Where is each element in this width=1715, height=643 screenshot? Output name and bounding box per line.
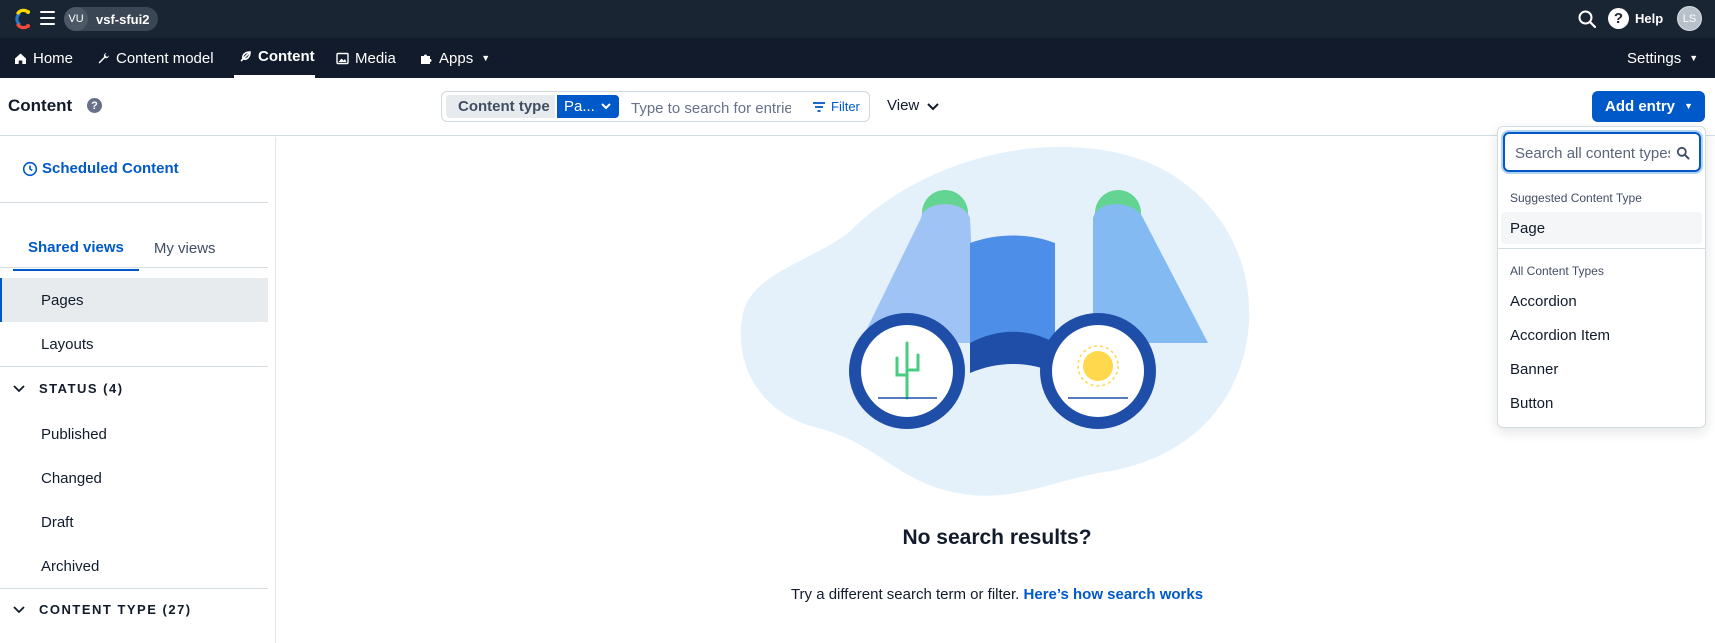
nav-home[interactable]: Home <box>14 38 73 78</box>
menu-icon[interactable] <box>40 11 55 25</box>
scheduled-content-link[interactable]: Scheduled Content <box>22 160 179 177</box>
chevron-down-icon <box>13 606 25 614</box>
nav-media[interactable]: Media <box>336 38 396 78</box>
suggested-heading: Suggested Content Type <box>1510 191 1642 205</box>
chevron-down-icon <box>927 102 939 110</box>
tab-shared-views[interactable]: Shared views <box>13 225 139 271</box>
help-button[interactable]: ? Help <box>1608 8 1663 29</box>
chevron-down-icon <box>13 385 25 393</box>
chevron-down-icon <box>601 103 611 110</box>
page-header: Content ? Content type Pa... Filter View… <box>0 78 1715 136</box>
view-item-draft[interactable]: Draft <box>0 500 268 544</box>
nav-media-label: Media <box>355 49 396 67</box>
all-types-heading: All Content Types <box>1510 264 1604 278</box>
divider <box>0 267 268 268</box>
scheduled-content-label: Scheduled Content <box>42 160 179 177</box>
nav-content-model-label: Content model <box>116 49 214 67</box>
nav-content-model[interactable]: Content model <box>97 38 214 78</box>
question-icon[interactable]: ? <box>87 98 102 113</box>
nav-settings[interactable]: Settings ▼ <box>1627 38 1698 78</box>
divider <box>1498 248 1705 249</box>
contentful-logo-icon[interactable] <box>12 8 32 30</box>
dropdown-item-button[interactable]: Button <box>1501 387 1702 419</box>
dropdown-item-banner[interactable]: Banner <box>1501 353 1702 385</box>
clock-icon <box>22 161 38 176</box>
divider <box>0 202 268 203</box>
nav-apps-label: Apps <box>439 49 474 67</box>
nav-home-label: Home <box>33 49 74 67</box>
feather-icon <box>240 51 251 62</box>
chevron-down-icon: ▼ <box>1689 53 1699 63</box>
dropdown-item-page[interactable]: Page <box>1501 212 1702 244</box>
chevron-down-icon: ▼ <box>481 53 491 63</box>
filter-label: Filter <box>831 99 860 114</box>
view-item-changed[interactable]: Changed <box>0 456 268 500</box>
view-item-archived[interactable]: Archived <box>0 544 268 588</box>
nav-content-label: Content <box>258 48 315 65</box>
space-name: vsf-sfui2 <box>96 11 150 27</box>
content-type-group-toggle[interactable]: CONTENT TYPE (27) <box>0 589 268 629</box>
view-item-pages[interactable]: Pages <box>0 278 268 322</box>
empty-state-message: Try a different search term or filter. <box>790 586 1020 603</box>
dropdown-item-accordion-item[interactable]: Accordion Item <box>1501 319 1702 351</box>
image-icon <box>336 52 349 64</box>
content-type-select[interactable]: Pa... <box>557 95 619 118</box>
content-type-group-label: CONTENT TYPE (27) <box>39 601 192 617</box>
add-entry-button[interactable]: Add entry ▼ <box>1592 91 1705 122</box>
search-bar: Content type Pa... Filter <box>441 91 870 122</box>
view-label: View <box>887 97 920 114</box>
nav-settings-label: Settings <box>1627 49 1682 67</box>
space-initials: VU <box>64 7 88 31</box>
content-type-search-input[interactable] <box>1515 144 1670 162</box>
search-icon[interactable] <box>1577 9 1597 29</box>
filter-button[interactable]: Filter <box>812 99 860 114</box>
filter-icon <box>813 101 825 112</box>
tab-my-views[interactable]: My views <box>139 225 231 271</box>
user-initials: LS <box>1682 12 1697 25</box>
search-help-link[interactable]: Here’s how search works <box>1024 586 1204 603</box>
home-icon <box>15 53 26 64</box>
empty-state-title: No search results? <box>902 526 1092 549</box>
nav-apps[interactable]: Apps ▼ <box>419 38 490 78</box>
search-input[interactable] <box>631 98 791 118</box>
empty-state-text: Try a different search term or filter. H… <box>700 586 1294 603</box>
views-sidebar: Scheduled Content Shared views My views … <box>0 137 276 643</box>
puzzle-icon <box>421 54 432 64</box>
view-button[interactable]: View <box>887 97 940 114</box>
content-type-search <box>1503 132 1701 172</box>
main-nav: Home Content model Content Media Apps ▼ … <box>0 38 1715 78</box>
user-avatar[interactable]: LS <box>1677 6 1702 31</box>
status-group-label: STATUS (4) <box>39 380 124 396</box>
help-label: Help <box>1635 11 1664 26</box>
search-icon <box>1676 146 1690 160</box>
views-tabs: Shared views My views <box>13 225 231 271</box>
wrench-icon <box>98 52 109 63</box>
help-icon: ? <box>1608 8 1629 29</box>
nav-content[interactable]: Content <box>234 38 315 78</box>
content-type-value: Pa... <box>564 98 595 115</box>
view-item-layouts[interactable]: Layouts <box>0 322 268 366</box>
binoculars-illustration <box>740 146 1250 496</box>
status-group-toggle[interactable]: STATUS (4) <box>0 368 268 408</box>
divider <box>0 366 268 367</box>
top-bar: VU vsf-sfui2 ? Help LS <box>0 0 1715 38</box>
chevron-down-icon: ▼ <box>1684 101 1693 111</box>
content-type-dropdown: Suggested Content Type Page All Content … <box>1497 126 1706 428</box>
content-type-label: Content type <box>446 95 555 118</box>
dropdown-item-accordion[interactable]: Accordion <box>1501 285 1702 317</box>
page-title: Content <box>8 96 73 115</box>
space-switcher[interactable]: VU vsf-sfui2 <box>64 7 159 31</box>
add-entry-label: Add entry <box>1605 98 1676 115</box>
view-item-published[interactable]: Published <box>0 412 268 456</box>
